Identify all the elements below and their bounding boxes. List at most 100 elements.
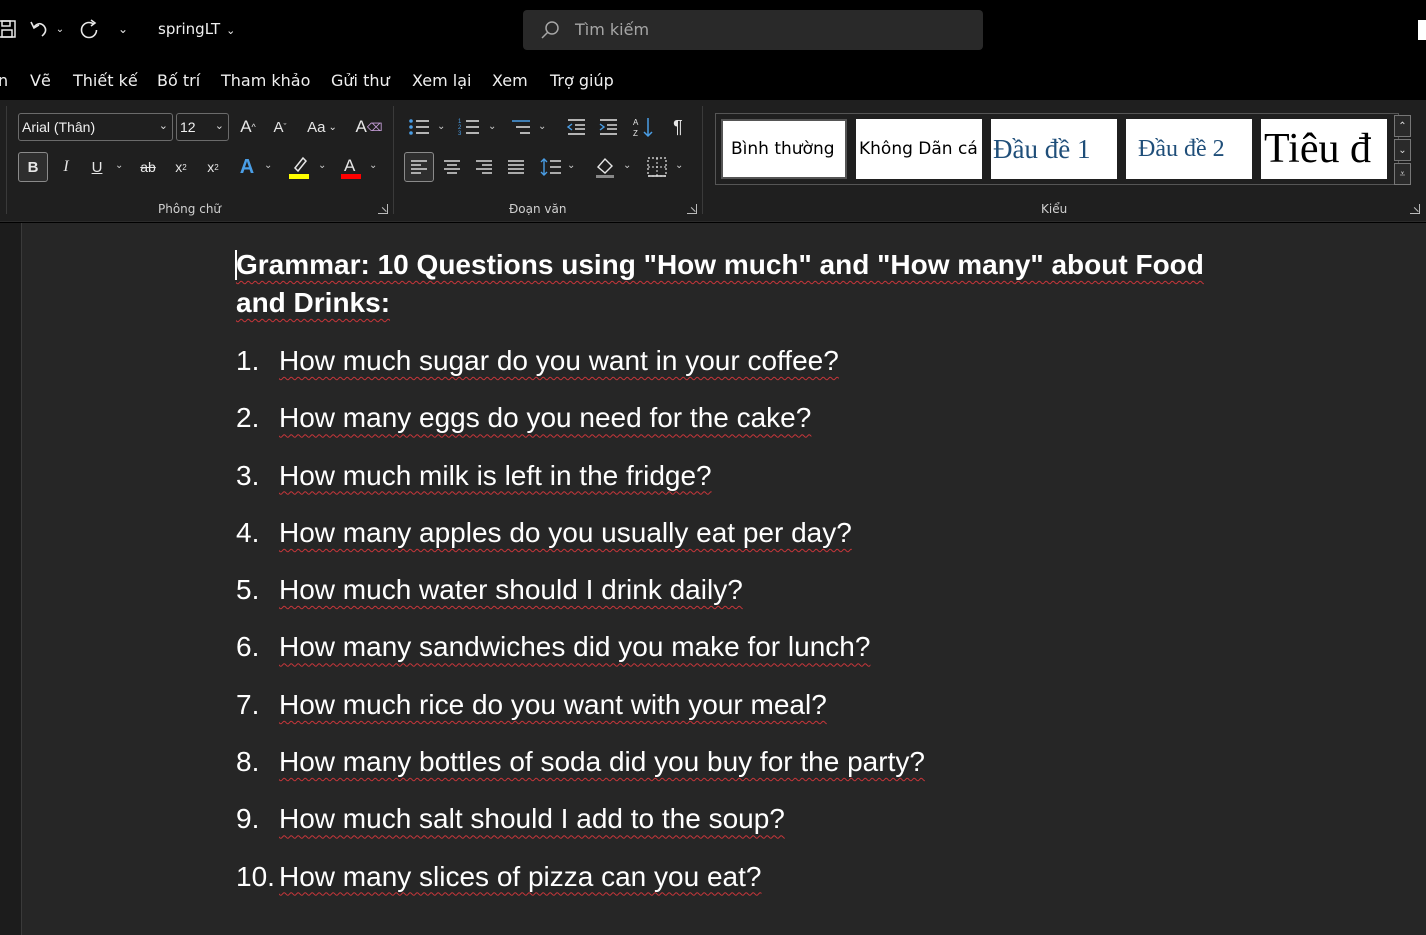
question-list: 1. How much sugar do you want in your cof… [236,340,1236,913]
list-item[interactable]: 10. How many slices of pizza can you eat? [236,856,1236,913]
clear-formatting-icon[interactable]: A ⌫ [356,114,383,140]
subscript-button[interactable]: x2 [170,152,192,182]
superscript-button[interactable]: x2 [202,152,224,182]
undo-icon[interactable] [26,16,52,42]
styles-scroll-down-icon[interactable]: ⌄ [1394,139,1411,161]
line-spacing-dropdown-icon[interactable]: ⌄ [567,160,575,171]
list-item[interactable]: 8. How many bottles of soda did you buy f… [236,741,1236,798]
list-item[interactable]: 2. How many eggs do you need for the cake… [236,397,1236,454]
save-icon[interactable] [0,16,20,42]
style-title[interactable]: Tiêu đ [1261,119,1387,179]
styles-scroll-up-icon[interactable]: ⌃ [1394,115,1411,137]
shading-dropdown-icon[interactable]: ⌄ [623,160,631,171]
shrink-font-icon[interactable]: Aˇ [268,114,292,140]
bullets-dropdown-icon[interactable]: ⌄ [437,121,445,132]
tab-layout[interactable]: Bố trí [157,71,200,90]
strikethrough-button[interactable]: ab [136,152,160,182]
align-left-button[interactable] [404,152,434,182]
font-size-select[interactable]: 12 ⌄ [176,113,229,141]
grow-font-icon[interactable]: A ^ [236,114,260,140]
increase-indent-icon[interactable] [596,114,620,140]
tab-insert[interactable]: n [0,71,8,90]
ribbon-separator [702,106,703,214]
search-placeholder: Tìm kiếm [575,20,650,39]
svg-text:A: A [344,156,356,175]
bold-button[interactable]: B [18,152,48,182]
svg-text:A: A [633,118,639,127]
tab-view[interactable]: Xem [492,71,528,90]
text-effects-dropdown-icon[interactable]: ⌄ [264,160,272,171]
document-name[interactable]: springLT ⌄ [158,20,235,38]
tab-design[interactable]: Thiết kế [73,71,138,90]
font-dialog-launcher-icon[interactable] [378,204,388,214]
line-spacing-icon[interactable] [538,152,564,182]
styles-more-icon[interactable]: ⩡ [1394,163,1411,185]
search-icon [539,19,561,46]
question-text: How much sugar do you want in your coffe… [279,345,839,376]
list-number: 6. [236,631,260,663]
bullets-icon[interactable] [406,114,432,140]
list-item[interactable]: 9. How much salt should I add to the soup… [236,798,1236,855]
tab-review[interactable]: Xem lại [412,71,471,90]
change-case-icon[interactable]: Aa ⌄ [302,114,342,140]
underline-button[interactable]: U [86,152,108,182]
menu-bar: n Vẽ Thiết kế Bố trí Tham khảo Gửi thư X… [0,60,1426,100]
sort-icon[interactable]: AZ [630,114,656,140]
list-item[interactable]: 4. How many apples do you usually eat per… [236,512,1236,569]
align-right-button[interactable] [472,152,496,182]
align-center-button[interactable] [440,152,464,182]
list-item[interactable]: 3. How much milk is left in the fridge? [236,455,1236,512]
left-margin [0,223,22,935]
font-name-select[interactable]: Arial (Thân) ⌄ [18,113,173,141]
question-text: How many sandwiches did you make for lun… [279,631,871,663]
list-item[interactable]: 6. How many sandwiches did you make for l… [236,626,1236,683]
undo-dropdown-icon[interactable]: ⌄ [50,16,70,42]
borders-dropdown-icon[interactable]: ⌄ [675,160,683,171]
underline-dropdown-icon[interactable]: ⌄ [115,160,123,171]
document-heading[interactable]: Grammar: 10 Questions using "How much" a… [236,246,1236,322]
decrease-indent-icon[interactable] [564,114,588,140]
highlight-dropdown-icon[interactable]: ⌄ [318,160,326,171]
question-text: How many bottles of soda did you buy for… [279,746,925,778]
text-effects-icon[interactable]: A [236,152,258,182]
style-normal[interactable]: Bình thường [721,119,847,179]
shading-icon[interactable] [592,152,618,182]
list-number: 10. [236,860,275,892]
font-color-icon[interactable]: A [338,152,364,182]
paragraph-group-label: Đoạn văn [509,202,567,216]
question-text: How much water should I drink daily? [279,574,743,606]
tab-help[interactable]: Trợ giúp [550,71,614,90]
multilevel-list-icon[interactable] [508,114,534,140]
list-number: 8. [236,746,260,778]
justify-button[interactable] [504,152,528,182]
multilevel-dropdown-icon[interactable]: ⌄ [538,121,546,132]
font-color-dropdown-icon[interactable]: ⌄ [369,160,377,171]
list-number: 4. [236,516,260,548]
search-box[interactable]: Tìm kiếm [523,10,983,50]
customize-toolbar-icon[interactable]: ⌄ [110,16,136,42]
borders-icon[interactable] [644,152,670,182]
tab-mailings[interactable]: Gửi thư [331,71,390,90]
style-heading-2[interactable]: Đầu đề 2 [1126,119,1252,179]
show-formatting-marks-icon[interactable]: ¶ [666,114,690,140]
ribbon-separator [6,106,7,214]
italic-button[interactable]: I [54,152,78,182]
styles-dialog-launcher-icon[interactable] [1410,204,1420,214]
list-item[interactable]: 7. How much rice do you want with your me… [236,684,1236,741]
tab-draw[interactable]: Vẽ [30,71,51,90]
list-item[interactable]: 1. How much sugar do you want in your cof… [236,340,1236,397]
numbering-dropdown-icon[interactable]: ⌄ [488,121,496,132]
highlight-swatch [289,174,309,179]
style-heading-1[interactable]: Đầu đề 1 [991,119,1117,179]
list-item[interactable]: 5. How much water should I drink daily? [236,569,1236,626]
font-group-label: Phông chữ [158,202,222,216]
ribbon-separator [393,106,394,214]
paragraph-dialog-launcher-icon[interactable] [687,204,697,214]
style-no-spacing[interactable]: Không Dãn cá [856,119,982,179]
styles-group-label: Kiểu [1041,202,1068,216]
numbering-icon[interactable]: 123 [456,114,482,140]
highlight-color-icon[interactable] [286,152,312,182]
tab-references[interactable]: Tham khảo [221,71,310,90]
redo-icon[interactable] [76,16,102,42]
question-text: How many eggs do you need for the cake? [279,402,812,434]
